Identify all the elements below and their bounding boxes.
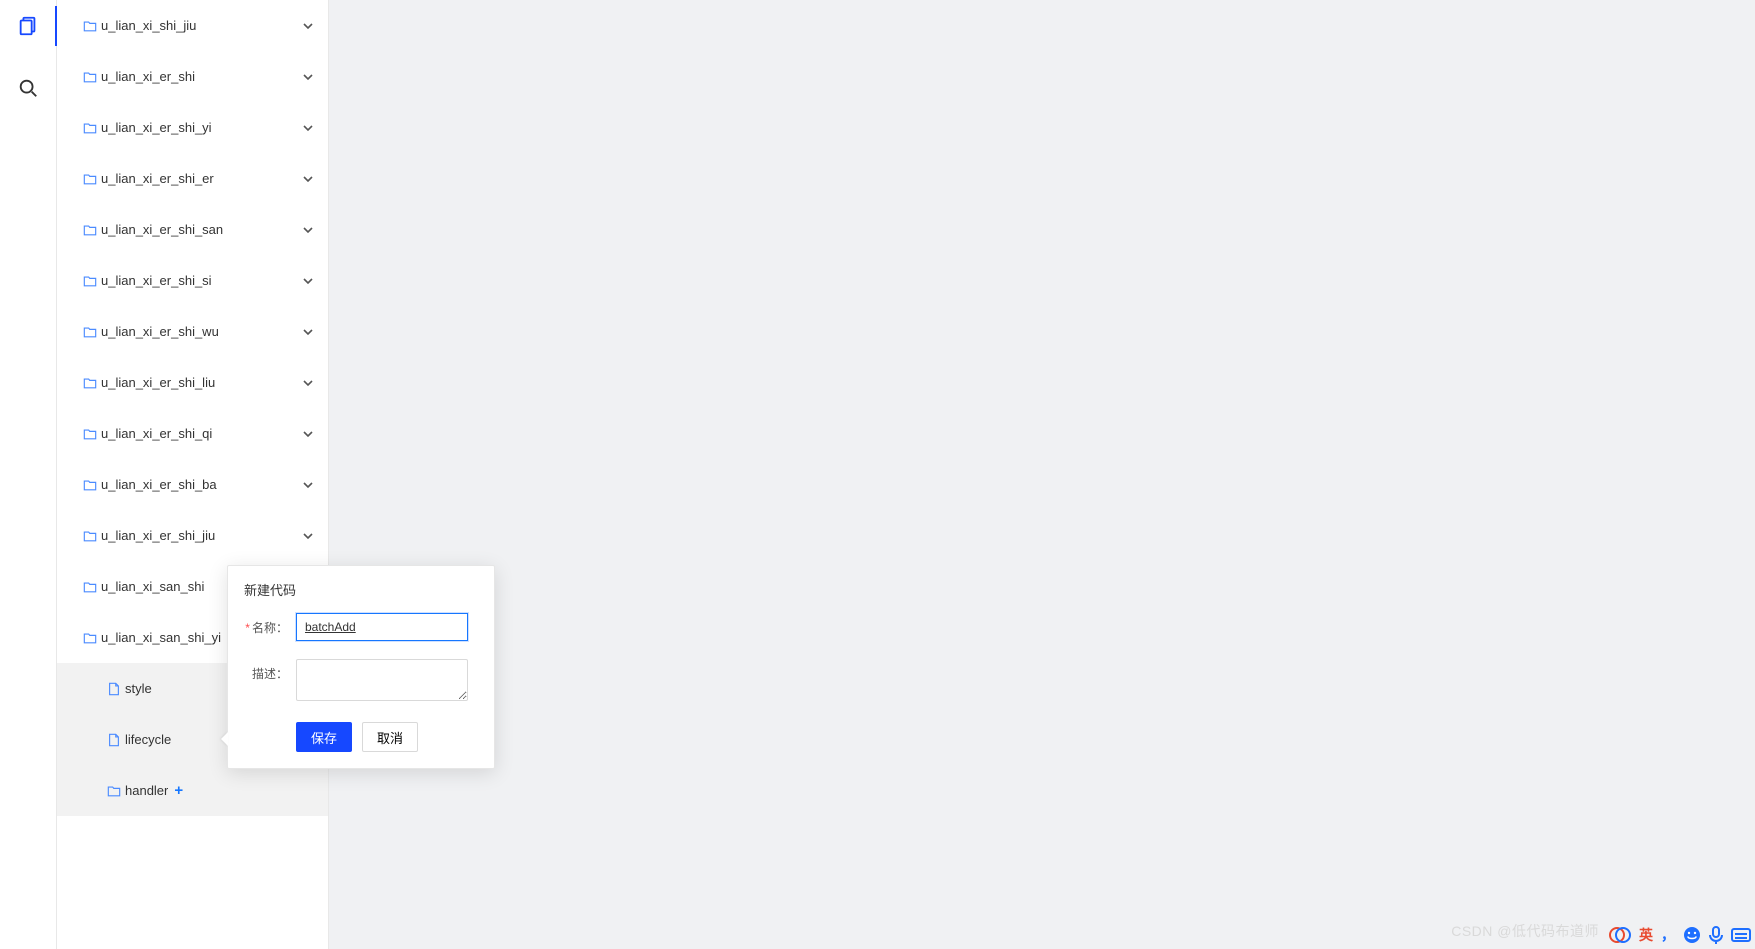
tree-label: u_lian_xi_er_shi_san bbox=[101, 222, 300, 237]
ime-comma[interactable]: ， bbox=[1661, 925, 1675, 945]
tree-folder[interactable]: u_lian_xi_er_shi_ba bbox=[57, 459, 328, 510]
tree-label: u_lian_xi_shi_jiu bbox=[101, 18, 300, 33]
ime-lang[interactable]: 英 bbox=[1639, 925, 1653, 945]
folder-icon bbox=[83, 478, 97, 492]
chevron-down-icon bbox=[300, 222, 316, 238]
folder-icon bbox=[83, 70, 97, 84]
chevron-down-icon bbox=[300, 426, 316, 442]
sidebar: u_lian_xi_shi_jiu u_lian_xi_er_shi u_lia… bbox=[57, 0, 329, 949]
tree-folder[interactable]: u_lian_xi_er_shi_qi bbox=[57, 408, 328, 459]
tree-folder[interactable]: u_lian_xi_er_shi_wu bbox=[57, 306, 328, 357]
tree-folder[interactable]: u_lian_xi_er_shi_si bbox=[57, 255, 328, 306]
desc-label: 描述： bbox=[244, 659, 296, 682]
folder-icon bbox=[107, 784, 121, 798]
tree-label: u_lian_xi_er_shi_er bbox=[101, 171, 300, 186]
tree-label: u_lian_xi_er_shi bbox=[101, 69, 300, 84]
form-row-name: *名称： bbox=[244, 613, 478, 641]
file-icon bbox=[107, 733, 121, 747]
tree-label: u_lian_xi_er_shi_jiu bbox=[101, 528, 300, 543]
app-root: u_lian_xi_shi_jiu u_lian_xi_er_shi u_lia… bbox=[0, 0, 1755, 949]
folder-icon bbox=[83, 580, 97, 594]
popover-title: 新建代码 bbox=[228, 566, 494, 609]
rail-search[interactable] bbox=[8, 68, 48, 108]
chevron-down-icon bbox=[300, 120, 316, 136]
chevron-down-icon bbox=[300, 273, 316, 289]
tree-folder[interactable]: u_lian_xi_er_shi_er bbox=[57, 153, 328, 204]
chevron-down-icon bbox=[300, 324, 316, 340]
ime-bar: 英 ， bbox=[1609, 925, 1751, 945]
tree-folder[interactable]: u_lian_xi_shi_jiu bbox=[57, 0, 328, 51]
main-area bbox=[329, 0, 1755, 949]
sidebar-scroll[interactable]: u_lian_xi_shi_jiu u_lian_xi_er_shi u_lia… bbox=[57, 0, 328, 949]
tree-folder[interactable]: u_lian_xi_er_shi_yi bbox=[57, 102, 328, 153]
tree-label: handler bbox=[125, 783, 168, 798]
smiley-icon[interactable] bbox=[1683, 926, 1701, 944]
tree-label: u_lian_xi_er_shi_liu bbox=[101, 375, 300, 390]
chevron-down-icon bbox=[300, 375, 316, 391]
tree-folder[interactable]: u_lian_xi_er_shi_jiu bbox=[57, 510, 328, 561]
cancel-button[interactable]: 取消 bbox=[362, 722, 418, 752]
folder-icon bbox=[83, 19, 97, 33]
folder-icon bbox=[83, 325, 97, 339]
tree-folder-handler[interactable]: handler + bbox=[57, 765, 328, 816]
button-row: 保存 取消 bbox=[244, 722, 478, 752]
chevron-down-icon bbox=[300, 69, 316, 85]
chevron-down-icon bbox=[300, 171, 316, 187]
tree-label: u_lian_xi_er_shi_ba bbox=[101, 477, 300, 492]
tree-label: u_lian_xi_er_shi_wu bbox=[101, 324, 300, 339]
form-row-desc: 描述： bbox=[244, 659, 478, 704]
tree-folder[interactable]: u_lian_xi_er_shi_liu bbox=[57, 357, 328, 408]
folder-icon bbox=[83, 121, 97, 135]
popover-body: *名称： 描述： 保存 取消 bbox=[228, 609, 494, 768]
rail-files[interactable] bbox=[1, 6, 58, 46]
plus-icon[interactable]: + bbox=[174, 782, 183, 799]
files-icon bbox=[17, 15, 39, 37]
folder-icon bbox=[83, 223, 97, 237]
folder-icon bbox=[83, 529, 97, 543]
folder-icon bbox=[83, 631, 97, 645]
save-button[interactable]: 保存 bbox=[296, 722, 352, 752]
nav-rail bbox=[0, 0, 57, 949]
name-input[interactable] bbox=[296, 613, 468, 641]
folder-icon bbox=[83, 172, 97, 186]
search-icon bbox=[17, 77, 39, 99]
tree-folder[interactable]: u_lian_xi_er_shi_san bbox=[57, 204, 328, 255]
folder-icon bbox=[83, 376, 97, 390]
chevron-down-icon bbox=[300, 528, 316, 544]
tree-label: u_lian_xi_er_shi_qi bbox=[101, 426, 300, 441]
ime-logo-icon[interactable] bbox=[1609, 926, 1631, 944]
file-icon bbox=[107, 682, 121, 696]
chevron-down-icon bbox=[300, 477, 316, 493]
desc-textarea[interactable] bbox=[296, 659, 468, 701]
folder-icon bbox=[83, 274, 97, 288]
tree-label: u_lian_xi_er_shi_si bbox=[101, 273, 300, 288]
chevron-down-icon bbox=[300, 18, 316, 34]
name-label: *名称： bbox=[244, 613, 296, 636]
new-code-popover: 新建代码 *名称： 描述： 保存 取消 bbox=[227, 565, 495, 769]
mic-icon[interactable] bbox=[1709, 926, 1723, 944]
tree-folder[interactable]: u_lian_xi_er_shi bbox=[57, 51, 328, 102]
keyboard-icon[interactable] bbox=[1731, 928, 1751, 942]
folder-icon bbox=[83, 427, 97, 441]
tree-label: u_lian_xi_er_shi_yi bbox=[101, 120, 300, 135]
